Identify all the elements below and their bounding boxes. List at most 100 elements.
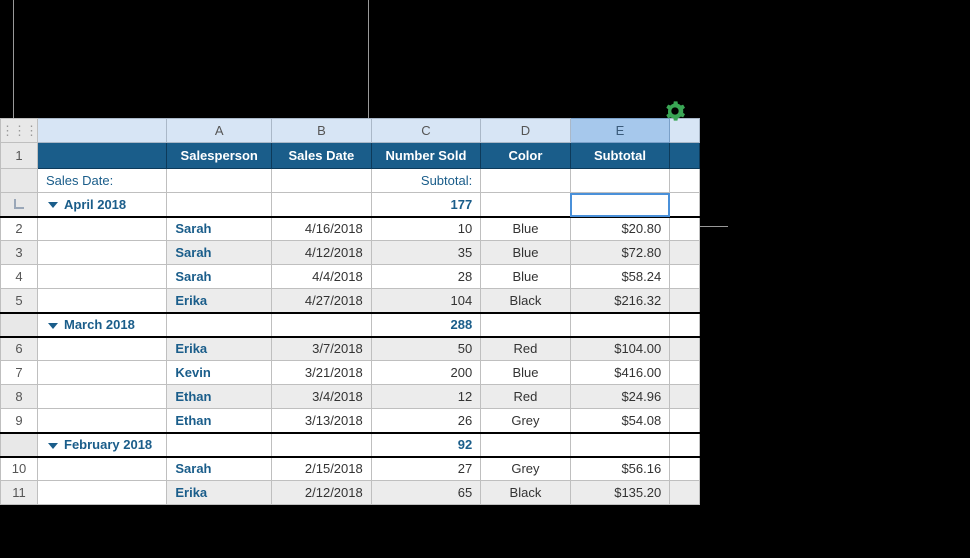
row-number[interactable]: 3 [1,241,38,265]
group-sum[interactable]: 177 [371,193,481,217]
cell-date[interactable]: 3/4/2018 [272,385,372,409]
cell-color[interactable]: Grey [481,409,570,433]
row-number[interactable]: 11 [1,481,38,505]
cell-color[interactable]: Blue [481,265,570,289]
cell-salesperson[interactable]: Erika [167,481,272,505]
row-number[interactable]: 4 [1,265,38,289]
row-number[interactable]: 9 [1,409,38,433]
row-number[interactable]: 6 [1,337,38,361]
group-toggle[interactable]: April 2018 [38,193,167,217]
cell-date[interactable]: 2/12/2018 [272,481,372,505]
cell-salesperson[interactable]: Erika [167,337,272,361]
table-row[interactable]: 8 Ethan 3/4/2018 12 Red $24.96 [1,385,700,409]
cell-date[interactable]: 4/16/2018 [272,217,372,241]
header-color[interactable]: Color [481,143,570,169]
cell-salesperson[interactable]: Sarah [167,217,272,241]
cell-salesperson[interactable]: Erika [167,289,272,313]
cell-subtotal[interactable]: $216.32 [570,289,670,313]
cell-number-sold[interactable]: 27 [371,457,481,481]
cell-color[interactable]: Red [481,385,570,409]
column-header-group[interactable] [38,119,167,143]
group-summary-row[interactable]: February 2018 92 [1,433,700,457]
header-sales-date[interactable]: Sales Date [272,143,372,169]
cell-number-sold[interactable]: 104 [371,289,481,313]
cell-number-sold[interactable]: 10 [371,217,481,241]
cell-number-sold[interactable]: 12 [371,385,481,409]
cell-color[interactable]: Grey [481,457,570,481]
cell-salesperson[interactable]: Ethan [167,385,272,409]
cell-subtotal[interactable]: $20.80 [570,217,670,241]
cell-subtotal[interactable]: $72.80 [570,241,670,265]
cell-color[interactable]: Black [481,481,570,505]
cell-subtotal[interactable]: $54.08 [570,409,670,433]
cell-date[interactable]: 3/13/2018 [272,409,372,433]
header-blank[interactable] [38,143,167,169]
column-header-D[interactable]: D [481,119,570,143]
row-number[interactable]: 1 [1,143,38,169]
row-number[interactable]: 8 [1,385,38,409]
cell-date[interactable]: 4/4/2018 [272,265,372,289]
header-number-sold[interactable]: Number Sold [371,143,481,169]
cell-color[interactable]: Blue [481,361,570,385]
cell-date[interactable]: 3/21/2018 [272,361,372,385]
header-salesperson[interactable]: Salesperson [167,143,272,169]
cell-date[interactable]: 2/15/2018 [272,457,372,481]
cell-number-sold[interactable]: 65 [371,481,481,505]
table-row[interactable]: 2 Sarah 4/16/2018 10 Blue $20.80 [1,217,700,241]
cell-date[interactable]: 4/12/2018 [272,241,372,265]
cell-color[interactable]: Red [481,337,570,361]
header-subtotal[interactable]: Subtotal [570,143,670,169]
table-row[interactable]: 4 Sarah 4/4/2018 28 Blue $58.24 [1,265,700,289]
cell-subtotal[interactable]: $104.00 [570,337,670,361]
group-toggle[interactable]: March 2018 [38,313,167,337]
cell-color[interactable]: Blue [481,241,570,265]
group-summary-row[interactable]: March 2018 288 [1,313,700,337]
row-gutter[interactable] [1,433,38,457]
cell-subtotal[interactable]: $56.16 [570,457,670,481]
group-sum[interactable]: 92 [371,433,481,457]
row-number[interactable]: 5 [1,289,38,313]
table-corner[interactable]: ⋮⋮⋮ [1,119,38,143]
table-row[interactable]: 3 Sarah 4/12/2018 35 Blue $72.80 [1,241,700,265]
cell-subtotal[interactable]: $416.00 [570,361,670,385]
selected-cell[interactable] [570,193,670,217]
table-row[interactable]: 7 Kevin 3/21/2018 200 Blue $416.00 [1,361,700,385]
spreadsheet-table[interactable]: ⋮⋮⋮ A B C D E 1 Salesperson Sales Date N… [0,118,700,505]
cell-salesperson[interactable]: Sarah [167,241,272,265]
cell-salesperson[interactable]: Kevin [167,361,272,385]
summary-action-button[interactable] [664,100,686,122]
table-row[interactable]: 5 Erika 4/27/2018 104 Black $216.32 [1,289,700,313]
column-header-A[interactable]: A [167,119,272,143]
cell-number-sold[interactable]: 26 [371,409,481,433]
row-number[interactable]: 7 [1,361,38,385]
cell-salesperson[interactable]: Ethan [167,409,272,433]
cell-salesperson[interactable]: Sarah [167,457,272,481]
cell-subtotal[interactable]: $135.20 [570,481,670,505]
cell-date[interactable]: 4/27/2018 [272,289,372,313]
row-number[interactable]: 10 [1,457,38,481]
cell-salesperson[interactable]: Sarah [167,265,272,289]
row-gutter[interactable] [1,313,38,337]
group-toggle[interactable]: February 2018 [38,433,167,457]
row-number[interactable]: 2 [1,217,38,241]
cell-number-sold[interactable]: 35 [371,241,481,265]
column-header-E[interactable]: E [570,119,670,143]
cell-subtotal[interactable]: $24.96 [570,385,670,409]
group-summary-row[interactable]: April 2018 177 [1,193,700,217]
group-sum[interactable]: 288 [371,313,481,337]
table-row[interactable]: 9 Ethan 3/13/2018 26 Grey $54.08 [1,409,700,433]
cell-number-sold[interactable]: 50 [371,337,481,361]
cell-number-sold[interactable]: 28 [371,265,481,289]
column-header-C[interactable]: C [371,119,481,143]
cell-date[interactable]: 3/7/2018 [272,337,372,361]
row-gutter[interactable] [1,169,38,193]
row-gutter[interactable] [1,193,38,217]
column-header-B[interactable]: B [272,119,372,143]
cell-subtotal[interactable]: $58.24 [570,265,670,289]
table-row[interactable]: 11 Erika 2/12/2018 65 Black $135.20 [1,481,700,505]
cell-color[interactable]: Blue [481,217,570,241]
table-row[interactable]: 10 Sarah 2/15/2018 27 Grey $56.16 [1,457,700,481]
table-row[interactable]: 6 Erika 3/7/2018 50 Red $104.00 [1,337,700,361]
cell-color[interactable]: Black [481,289,570,313]
cell-number-sold[interactable]: 200 [371,361,481,385]
